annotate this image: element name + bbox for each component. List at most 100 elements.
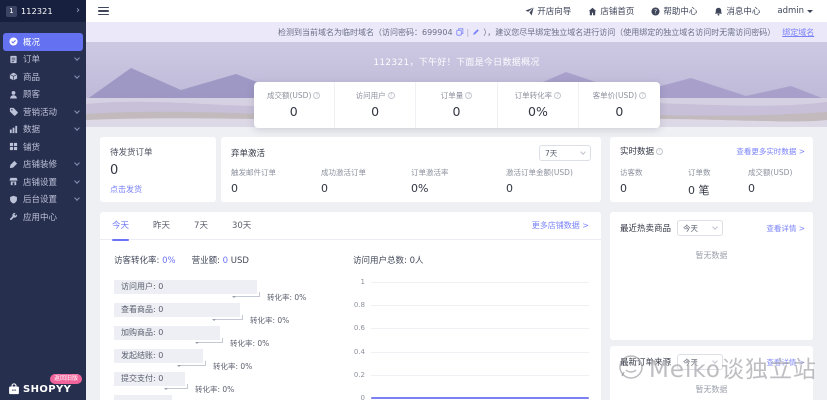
pending-count: 0 [110, 163, 206, 178]
gridline [371, 328, 589, 329]
y-axis-tick: 1 [353, 278, 365, 286]
sidebar-item-customers[interactable]: 顾客 [0, 86, 86, 104]
svg-text:?: ? [654, 9, 657, 15]
range-select[interactable]: 今天 [677, 220, 723, 236]
arrow-down-icon [195, 342, 199, 346]
sidebar-item-backend-settings[interactable]: 后台设置 [0, 191, 86, 209]
order-list-icon [9, 55, 18, 64]
store-number-badge: 1 [6, 6, 17, 17]
edit-pencil-icon[interactable] [472, 28, 480, 36]
sidebar-item-store-settings[interactable]: 店铺设置 [0, 173, 86, 191]
pending-shipment-card: 待发货订单 0 点击发货 [100, 137, 216, 202]
visitors-total-title: 访问用户总数: 0人 [353, 254, 423, 266]
ship-now-link[interactable]: 点击发货 [110, 184, 206, 195]
order-source-card: 最新订单来源 今天 查看详情 > 暂无数据 [610, 346, 813, 400]
sidebar-item-label: 店铺设置 [23, 176, 57, 188]
admin-dashboard: 1 112321 › 概况 订单 商品 顾客 [0, 0, 827, 400]
stat-label: 订单量 [441, 90, 464, 101]
help-icon[interactable] [554, 92, 561, 99]
funnel-connector [187, 384, 188, 389]
chevron-down-icon [74, 178, 80, 184]
menu-item-setup-guide[interactable]: 开店向导 [525, 5, 571, 17]
range-select[interactable]: 今天 [677, 354, 723, 370]
store-switcher[interactable]: 1 112321 › [0, 0, 86, 22]
y-axis-tick: 0.2 [353, 371, 365, 379]
sidebar-item-label: 后台设置 [23, 193, 57, 205]
gridline [371, 282, 589, 283]
stat-visitors: 访问用户 0 [334, 82, 415, 128]
tab-7days[interactable]: 7天 [194, 212, 208, 240]
stat-orders: 订单量 0 [415, 82, 496, 128]
card-title: 弃单激活 [231, 147, 265, 159]
legacy-version-badge[interactable]: 返回旧版 [50, 374, 82, 384]
help-icon[interactable] [313, 92, 320, 99]
conversion-rate-label: 转化率: 0% [267, 292, 306, 303]
funnel-bar-payment: 提交支付: 0 [114, 372, 185, 386]
sidebar-item-app-center[interactable]: 应用中心 [0, 208, 86, 226]
menu-item-label: 店铺首页 [600, 5, 634, 17]
sidebar-item-marketing[interactable]: 营销活动 [0, 103, 86, 121]
chevron-down-icon [74, 160, 80, 166]
sidebar-item-label: 店铺装修 [23, 158, 57, 170]
chevron-down-icon [712, 358, 718, 364]
range-select[interactable]: 7天 [539, 145, 591, 161]
stat-label: 订单转化率 [515, 90, 553, 101]
grid-icon [9, 142, 18, 151]
bind-domain-link[interactable]: 绑定域名 [782, 27, 814, 38]
sidebar-item-label: 数据 [23, 123, 40, 135]
funnel-connector [215, 319, 243, 320]
hamburger-menu-icon[interactable] [98, 5, 109, 18]
store-overview-card: 今天 昨天 7天 30天 更多店铺数据 > 访客转化率: 0% 营业额: 0 U… [100, 212, 601, 400]
hot-products-card: 最近热卖商品 今天 查看详情 > 暂无数据 [610, 212, 813, 340]
user-menu[interactable]: admin [777, 6, 813, 16]
more-store-data-link[interactable]: 更多店铺数据 > [532, 220, 589, 231]
question-circle-icon: ? [651, 7, 660, 16]
empty-state-text: 暂无数据 [610, 384, 813, 395]
tab-today[interactable]: 今天 [112, 212, 129, 240]
date-tabs: 今天 昨天 7天 30天 更多店铺数据 > [100, 212, 601, 240]
view-details-link[interactable]: 查看详情 > [766, 357, 805, 368]
metric-email-triggered: 触发邮件订单 0 [231, 167, 276, 195]
help-icon[interactable] [656, 148, 663, 155]
stat-value: 0 [335, 104, 415, 119]
gridline [371, 305, 589, 306]
arrow-down-icon [164, 388, 168, 392]
metric-gmv: 成交额(USD) 0 [748, 167, 792, 195]
menu-item-store-home[interactable]: 店铺首页 [588, 5, 634, 17]
tab-30days[interactable]: 30天 [232, 212, 251, 240]
abandoned-order-card: 弃单激活 7天 触发邮件订单 0 成功激活订单 0 订单激活率 0% 激活订单金… [221, 137, 601, 202]
realtime-data-card: 实时数据 查看更多实时数据 > 访客数 0 订单数 0 笔 成交额(USD) 0 [610, 137, 813, 202]
range-value: 今天 [683, 223, 698, 234]
sidebar-item-distribution[interactable]: 铺货 [0, 138, 86, 156]
shield-icon [9, 195, 18, 204]
menu-item-label: 开店向导 [537, 5, 571, 17]
stat-aov: 客单价(USD) 0 [578, 82, 659, 128]
sidebar-item-overview[interactable]: 概况 [3, 33, 83, 51]
sidebar-item-store-decoration[interactable]: 店铺装修 [0, 156, 86, 174]
help-icon[interactable] [639, 92, 646, 99]
domain-notice-bar: 检测到当前域名为临时域名（访问密码：699904 | ），建议您尽早绑定独立域名… [86, 22, 827, 42]
sidebar-item-data[interactable]: 数据 [0, 121, 86, 139]
menu-item-help-center[interactable]: ? 帮助中心 [651, 5, 697, 17]
sidebar-item-label: 顾客 [23, 88, 40, 100]
arrow-down-icon [177, 365, 181, 369]
menu-item-message-center[interactable]: 消息中心 [714, 5, 760, 17]
more-realtime-link[interactable]: 查看更多实时数据 > [736, 146, 805, 157]
sidebar-item-label: 订单 [23, 53, 40, 65]
help-icon[interactable] [388, 92, 395, 99]
chevron-down-icon [74, 108, 80, 114]
conversion-rate-label: 转化率: 0% [250, 315, 289, 326]
view-details-link[interactable]: 查看详情 > [766, 223, 805, 234]
visitors-series-line [371, 397, 589, 399]
help-icon[interactable] [465, 92, 472, 99]
tag-icon [9, 107, 18, 116]
bell-icon [714, 7, 723, 16]
sidebar-item-label: 营销活动 [23, 106, 57, 118]
chevron-down-icon [712, 224, 718, 230]
revenue-value: 0 [223, 256, 228, 266]
tab-yesterday[interactable]: 昨天 [153, 212, 170, 240]
copy-icon[interactable] [456, 28, 464, 36]
sidebar-item-orders[interactable]: 订单 [0, 51, 86, 69]
sidebar-item-products[interactable]: 商品 [0, 68, 86, 86]
sidebar-nav: 概况 订单 商品 顾客 营销活动 数 [0, 33, 86, 226]
